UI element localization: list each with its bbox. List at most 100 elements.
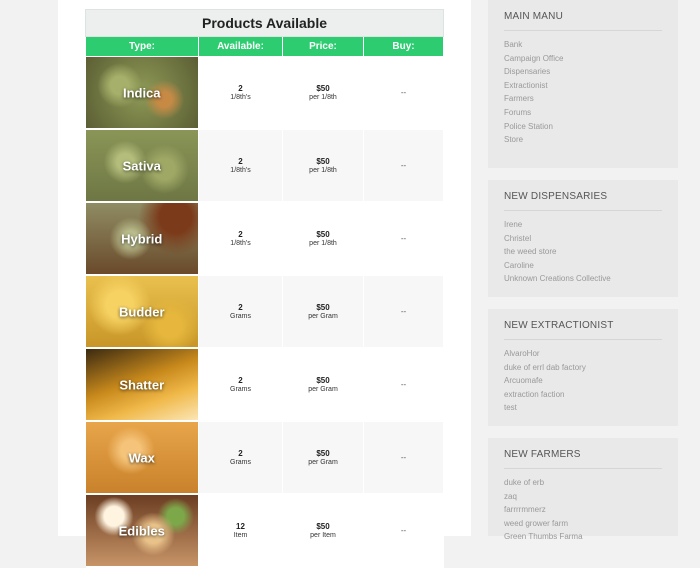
price-amount: $50 xyxy=(316,376,330,385)
new-extractionist-box: NEW EXTRACTIONIST AlvaroHor duke of errl… xyxy=(488,309,678,426)
available-amount: 2 xyxy=(238,230,243,239)
buy-cell[interactable]: -- xyxy=(363,348,445,422)
dispensary-link[interactable]: the weed store xyxy=(504,245,611,259)
main-menu-list: Bank Campaign Office Dispensaries Extrac… xyxy=(504,38,563,147)
available-amount: 12 xyxy=(236,522,245,531)
extractionist-link[interactable]: AlvaroHor xyxy=(504,347,586,361)
product-image-cell[interactable]: Shatter xyxy=(85,348,199,422)
farmer-link[interactable]: duke of erb xyxy=(504,476,583,490)
main-menu-title: MAIN MANU xyxy=(504,11,564,22)
buy-cell[interactable]: -- xyxy=(363,202,445,276)
column-header-type: Type: xyxy=(85,36,199,57)
column-header-buy: Buy: xyxy=(362,36,445,57)
dispensary-link[interactable]: Caroline xyxy=(504,259,611,273)
available-amount: 2 xyxy=(238,376,243,385)
product-image-cell[interactable]: Wax xyxy=(85,421,199,495)
available-unit: Grams xyxy=(230,313,251,320)
product-type-label: Wax xyxy=(128,450,155,465)
column-header-available: Available: xyxy=(198,36,283,57)
product-type-label: Hybrid xyxy=(121,231,163,246)
product-image-cell[interactable]: Budder xyxy=(85,275,199,349)
available-cell: 2 Grams xyxy=(198,275,283,349)
price-cell: $50 per 1/8th xyxy=(282,202,364,276)
product-type-label: Budder xyxy=(119,304,165,319)
price-amount: $50 xyxy=(316,449,330,458)
price-amount: $50 xyxy=(316,303,330,312)
price-unit: per Gram xyxy=(308,459,338,466)
available-unit: Grams xyxy=(230,386,251,393)
price-unit: per 1/8th xyxy=(309,167,337,174)
product-type-label: Shatter xyxy=(119,377,165,392)
new-dispensaries-title: NEW DISPENSARIES xyxy=(504,191,608,202)
buy-cell[interactable]: -- xyxy=(363,275,445,349)
dispensary-link[interactable]: Unknown Creations Collective xyxy=(504,272,611,286)
divider xyxy=(504,210,662,211)
farmer-link[interactable]: farrrrmmerz xyxy=(504,503,583,517)
buy-cell[interactable]: -- xyxy=(363,129,445,203)
main-menu-link-police-station[interactable]: Police Station xyxy=(504,120,563,134)
new-farmers-box: NEW FARMERS duke of erb zaq farrrrmmerz … xyxy=(488,438,678,541)
dispensary-link[interactable]: Irene xyxy=(504,218,611,232)
price-unit: per Gram xyxy=(308,313,338,320)
price-cell: $50 per 1/8th xyxy=(282,56,364,130)
available-unit: Grams xyxy=(230,459,251,466)
main-menu-link-store[interactable]: Store xyxy=(504,133,563,147)
available-amount: 2 xyxy=(238,449,243,458)
products-table: Products Available Type: Available: Pric… xyxy=(84,9,445,568)
buy-cell[interactable]: -- xyxy=(363,421,445,495)
price-unit: per 1/8th xyxy=(309,240,337,247)
available-cell: 2 1/8th's xyxy=(198,129,283,203)
product-image-cell[interactable]: Sativa xyxy=(85,129,199,203)
farmer-link[interactable]: zaq xyxy=(504,490,583,504)
product-type-label: Indica xyxy=(122,85,161,100)
extractionist-link[interactable]: duke of errl dab factory xyxy=(504,361,586,375)
product-type-label: Sativa xyxy=(122,158,161,173)
main-menu-link-campaign-office[interactable]: Campaign Office xyxy=(504,52,563,66)
price-cell: $50 per Gram xyxy=(282,421,364,495)
price-amount: $50 xyxy=(316,157,330,166)
buy-cell[interactable]: -- xyxy=(363,56,445,130)
price-amount: $50 xyxy=(316,230,330,239)
extractionist-link[interactable]: test xyxy=(504,401,586,415)
new-extractionist-list: AlvaroHor duke of errl dab factory Arcuo… xyxy=(504,347,586,415)
price-cell: $50 per Item xyxy=(282,494,364,568)
available-amount: 2 xyxy=(238,84,243,93)
available-cell: 2 Grams xyxy=(198,421,283,495)
farmer-link[interactable]: Green Thumbs Farma xyxy=(504,530,583,544)
product-image-cell[interactable]: Indica xyxy=(85,56,199,130)
product-image-cell[interactable]: Edibles xyxy=(85,494,199,568)
main-menu-link-forums[interactable]: Forums xyxy=(504,106,563,120)
available-amount: 2 xyxy=(238,157,243,166)
new-extractionist-title: NEW EXTRACTIONIST xyxy=(504,320,614,331)
new-farmers-title: NEW FARMERS xyxy=(504,449,581,460)
new-dispensaries-list: Irene Christel the weed store Caroline U… xyxy=(504,218,611,286)
price-cell: $50 per Gram xyxy=(282,348,364,422)
divider xyxy=(504,468,662,469)
divider xyxy=(504,339,662,340)
price-unit: per Gram xyxy=(308,386,338,393)
price-amount: $50 xyxy=(316,84,330,93)
main-menu-link-farmers[interactable]: Farmers xyxy=(504,92,563,106)
available-unit: 1/8th's xyxy=(230,240,251,247)
new-dispensaries-box: NEW DISPENSARIES Irene Christel the weed… xyxy=(488,180,678,297)
main-menu-link-bank[interactable]: Bank xyxy=(504,38,563,52)
product-image-cell[interactable]: Hybrid xyxy=(85,202,199,276)
available-amount: 2 xyxy=(238,303,243,312)
extractionist-link[interactable]: extraction faction xyxy=(504,388,586,402)
price-unit: per 1/8th xyxy=(309,94,337,101)
product-row: Budder 2 Grams $50 per Gram -- xyxy=(85,275,445,349)
main-menu-link-extractionist[interactable]: Extractionist xyxy=(504,79,563,93)
available-cell: 2 Grams xyxy=(198,348,283,422)
dispensary-link[interactable]: Christel xyxy=(504,232,611,246)
products-table-title: Products Available xyxy=(84,9,445,37)
buy-cell[interactable]: -- xyxy=(363,494,445,568)
farmer-link[interactable]: weed grower farm xyxy=(504,517,583,531)
column-header-price: Price: xyxy=(282,36,364,57)
extractionist-link[interactable]: Arcuomafe xyxy=(504,374,586,388)
main-menu-link-dispensaries[interactable]: Dispensaries xyxy=(504,65,563,79)
main-menu-box: MAIN MANU Bank Campaign Office Dispensar… xyxy=(488,0,678,168)
price-cell: $50 per Gram xyxy=(282,275,364,349)
products-table-header-row: Type: Available: Price: Buy: xyxy=(85,36,445,57)
price-cell: $50 per 1/8th xyxy=(282,129,364,203)
new-farmers-list: duke of erb zaq farrrrmmerz weed grower … xyxy=(504,476,583,544)
